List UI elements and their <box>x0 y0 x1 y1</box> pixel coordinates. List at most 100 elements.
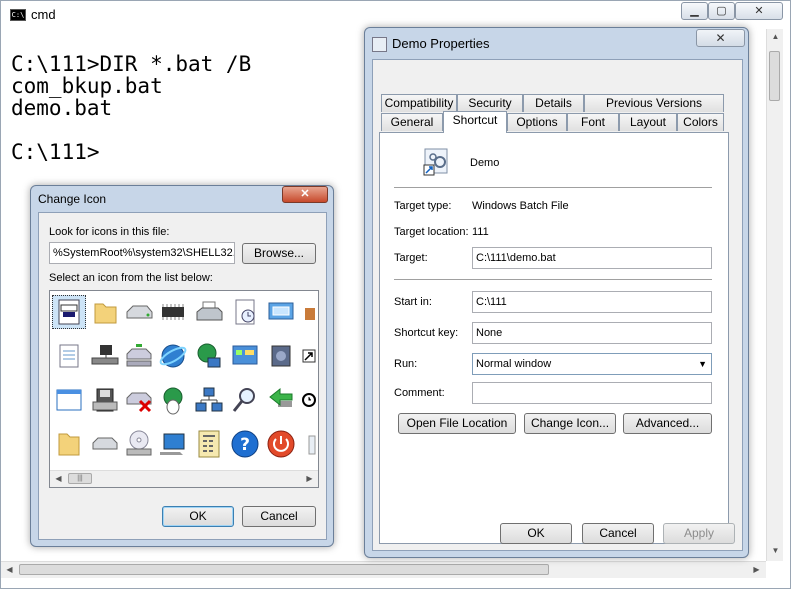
tab-details[interactable]: Details <box>523 94 584 112</box>
browse-button[interactable]: Browse... <box>242 243 316 264</box>
scroll-down-arrow-icon[interactable]: ▼ <box>767 543 784 560</box>
close-button[interactable]: ✕ <box>735 2 783 20</box>
batch-file-icon[interactable] <box>52 295 86 329</box>
scroll-left-arrow-icon[interactable]: ◀ <box>1 562 18 578</box>
close-icon: ✕ <box>754 5 764 17</box>
tab-layout[interactable]: Layout <box>619 113 677 131</box>
clock-icon[interactable] <box>300 391 318 409</box>
mouse-globe-icon[interactable] <box>156 383 190 417</box>
dialog-title: Change Icon <box>38 192 107 206</box>
server-drive-icon[interactable] <box>122 339 156 373</box>
scroll-up-arrow-icon[interactable]: ▲ <box>767 29 784 46</box>
change-icon-dialog: Change Icon ✕ Look for icons in this fil… <box>30 185 334 547</box>
clock-document-icon[interactable] <box>228 295 262 329</box>
partial-icon-2[interactable] <box>300 427 318 461</box>
tab-general[interactable]: General <box>381 113 443 131</box>
select-icon-label: Select an icon from the list below: <box>49 272 213 284</box>
target-input[interactable]: C:\111\demo.bat <box>472 247 712 269</box>
cmd-horizontal-scrollbar[interactable]: ◀ ▶ <box>1 561 766 578</box>
cd-drive-icon[interactable] <box>122 427 156 461</box>
cancel-button[interactable]: Cancel <box>582 523 654 544</box>
scroll-right-arrow-icon[interactable]: ▶ <box>748 562 765 578</box>
target-location-label: Target location: <box>394 226 469 238</box>
shortcut-key-input[interactable]: None <box>472 322 712 344</box>
back-arrow-icon[interactable] <box>264 383 298 417</box>
run-select[interactable]: Normal window ▼ <box>472 353 712 375</box>
help-icon[interactable]: ? <box>228 427 262 461</box>
tab-options[interactable]: Options <box>507 113 567 131</box>
folder-icon[interactable] <box>88 295 122 329</box>
dialog-title: Demo Properties <box>392 36 490 51</box>
tab-previous-versions[interactable]: Previous Versions <box>584 94 724 112</box>
scroll-right-arrow-icon[interactable]: ▶ <box>301 471 318 487</box>
chip-icon[interactable] <box>156 295 190 329</box>
close-icon: ✕ <box>715 31 726 45</box>
tab-colors[interactable]: Colors <box>677 113 724 131</box>
text-document-icon[interactable] <box>52 339 86 373</box>
open-folder-icon[interactable] <box>52 427 86 461</box>
cmd-line: C:\111>DIR *.bat /B <box>11 52 252 76</box>
comment-input[interactable] <box>472 382 712 404</box>
open-file-location-button[interactable]: Open File Location <box>398 413 516 434</box>
removed-drive-icon[interactable] <box>122 383 156 417</box>
tab-font[interactable]: Font <box>567 113 619 131</box>
minimize-icon: ▁ <box>690 5 699 17</box>
close-button[interactable]: ✕ <box>696 29 745 47</box>
target-location-value: 111 <box>472 226 489 238</box>
window-icon[interactable] <box>52 383 86 417</box>
change-icon-button[interactable]: Change Icon... <box>524 413 616 434</box>
display-icon[interactable] <box>264 295 298 329</box>
shortcut-tab-page: Demo Target type: Windows Batch File Tar… <box>379 132 729 544</box>
network-drive-icon[interactable] <box>88 339 122 373</box>
separator <box>394 187 712 188</box>
scroll-thumb[interactable]: ||| <box>68 473 92 484</box>
cmd-line: demo.bat <box>11 96 113 120</box>
run-select-value: Normal window <box>476 358 552 370</box>
minimize-button[interactable]: ▁ <box>681 2 708 20</box>
calculator-icon[interactable] <box>192 427 226 461</box>
advanced-button[interactable]: Advanced... <box>623 413 712 434</box>
demo-properties-dialog: Demo Properties ✕ Compatibility Security… <box>364 27 749 558</box>
target-type-label: Target type: <box>394 200 452 212</box>
drive-icon[interactable] <box>122 295 156 329</box>
cmd-titlebar[interactable]: C:\ cmd ▁ ▢ ✕ <box>1 1 790 29</box>
computer-icon[interactable] <box>156 427 190 461</box>
printer-icon[interactable] <box>192 295 226 329</box>
scroll-left-arrow-icon[interactable]: ◀ <box>50 471 67 487</box>
scroll-thumb[interactable] <box>769 51 780 101</box>
apply-button: Apply <box>663 523 735 544</box>
dialog-client: Look for icons in this file: %SystemRoot… <box>38 212 327 540</box>
cmd-app-icon: C:\ <box>10 9 26 21</box>
ok-button[interactable]: OK <box>162 506 234 527</box>
partial-icon[interactable] <box>300 295 318 329</box>
network-globe-icon[interactable] <box>192 339 226 373</box>
icon-file-input[interactable]: %SystemRoot%\system32\SHELL32.dll <box>49 242 235 264</box>
floppy-icon[interactable] <box>88 383 122 417</box>
cmd-vertical-scrollbar[interactable]: ▲ ▼ <box>766 29 783 561</box>
scroll-thumb[interactable] <box>19 564 549 575</box>
close-button[interactable]: ✕ <box>282 186 328 203</box>
tab-security[interactable]: Security <box>457 94 523 112</box>
network-computers-icon[interactable] <box>192 383 226 417</box>
tab-compatibility[interactable]: Compatibility <box>381 94 457 112</box>
control-panel-icon[interactable] <box>228 339 262 373</box>
cancel-button[interactable]: Cancel <box>242 506 316 527</box>
run-label: Run: <box>394 358 418 370</box>
internet-globe-icon[interactable] <box>156 339 190 373</box>
cmd-prompt[interactable]: C:\111> <box>11 141 100 163</box>
maximize-button[interactable]: ▢ <box>708 2 735 20</box>
tab-shortcut[interactable]: Shortcut <box>443 111 507 133</box>
shortcut-name: Demo <box>470 157 500 169</box>
shortcut-arrow-icon[interactable] <box>300 347 318 365</box>
icon-list[interactable]: ? ◀ ||| ▶ <box>49 290 319 488</box>
speaker-icon[interactable] <box>264 339 298 373</box>
power-icon[interactable] <box>264 427 298 461</box>
chevron-down-icon: ▼ <box>698 359 707 369</box>
ok-button[interactable]: OK <box>500 523 572 544</box>
icon-list-scrollbar[interactable]: ◀ ||| ▶ <box>50 470 318 487</box>
search-icon[interactable] <box>228 383 262 417</box>
shortcut-properties-icon <box>372 37 387 52</box>
start-in-input[interactable]: C:\111 <box>472 291 712 313</box>
disk-drive-icon[interactable] <box>88 427 122 461</box>
comment-label: Comment: <box>394 387 445 399</box>
